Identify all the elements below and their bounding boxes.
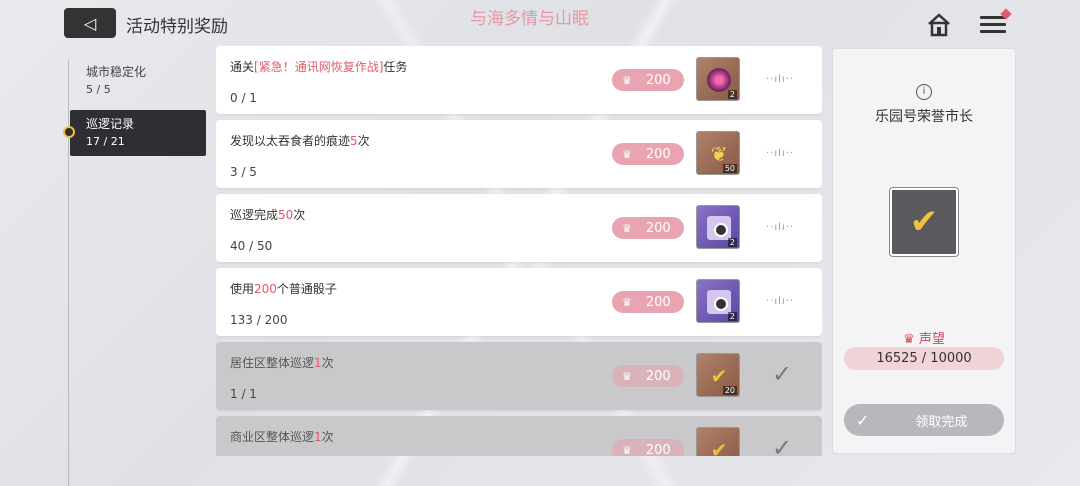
waveform-icon: ··ılı··	[766, 74, 795, 85]
waveform-icon: ··ılı··	[766, 296, 795, 307]
reward-item[interactable]: ❦ 50	[696, 131, 740, 175]
task-progress: 0 / 1	[230, 91, 257, 105]
panel-title: 乐园号荣誉市长	[875, 109, 973, 125]
task-row: 发现以太吞食者的痕迹5次 3 / 5 ♛ 200 ❦ 50 ··ılı··	[216, 120, 822, 188]
reputation-label: ♛ 声望	[903, 332, 945, 347]
waveform-icon: ··ılı··	[766, 148, 795, 159]
back-button[interactable]: ◁	[64, 8, 116, 38]
eye-orb-icon	[707, 68, 731, 92]
home-button[interactable]	[926, 12, 952, 38]
reward-item[interactable]: ✔ 20	[696, 353, 740, 397]
sidebar-item-label: 巡逻记录	[86, 117, 135, 131]
camera-die-icon	[707, 290, 731, 314]
sidebar-item-count: 5 / 5	[86, 83, 111, 96]
reputation-icon: ♛	[622, 147, 632, 161]
task-description: 通关[紧急！通讯网恢复作战]任务	[230, 60, 408, 74]
reward-item[interactable]: 2	[696, 279, 740, 323]
back-icon: ◁	[83, 13, 97, 33]
task-description: 商业区整体巡逻1次	[230, 430, 334, 444]
sidebar-item-patrol-record[interactable]: 巡逻记录 17 / 21	[70, 110, 206, 156]
reputation-icon: ♛	[622, 295, 632, 309]
menu-button[interactable]	[980, 8, 1012, 38]
check-icon: ✓	[856, 410, 870, 430]
task-description: 使用200个普通骰子	[230, 282, 337, 296]
task-description: 发现以太吞食者的痕迹5次	[230, 134, 370, 148]
reward-item[interactable]: 2	[696, 57, 740, 101]
sidebar-divider	[68, 60, 69, 486]
task-progress: 133 / 200	[230, 313, 288, 327]
reputation-icon: ♛	[622, 221, 632, 235]
completed-check-icon: ✓	[772, 360, 793, 388]
page-title: 活动特别奖励	[126, 17, 228, 37]
reputation-reward: ♛ 200	[612, 291, 684, 313]
reputation-reward: ♛ 200	[612, 143, 684, 165]
task-row: 商业区整体巡逻1次 ♛ 200 ✔ ✓	[216, 416, 822, 456]
home-icon	[928, 13, 950, 37]
reputation-icon: ♛	[622, 73, 632, 87]
task-row: 通关[紧急！通讯网恢复作战]任务 0 / 1 ♛ 200 2 ··ılı··	[216, 46, 822, 114]
completed-check-icon: ✓	[772, 434, 793, 456]
badge-check-icon: ✔	[710, 438, 728, 456]
reputation-value: 16525 / 10000	[844, 347, 1004, 370]
task-description: 巡逻完成50次	[230, 208, 306, 222]
task-row: 使用200个普通骰子 133 / 200 ♛ 200 2 ··ılı··	[216, 268, 822, 336]
task-description: 居住区整体巡逻1次	[230, 356, 334, 370]
task-row: 巡逻完成50次 40 / 50 ♛ 200 2 ··ılı··	[216, 194, 822, 262]
mayor-badge-icon[interactable]: ✔	[890, 188, 958, 256]
reputation-reward: ♛ 200	[612, 365, 684, 387]
reputation-icon: ♛	[622, 369, 632, 383]
reputation-reward: ♛ 200	[612, 69, 684, 91]
badge-check-icon: ✔	[710, 364, 728, 388]
sidebar-item-city-stabilization[interactable]: 城市稳定化 5 / 5	[70, 58, 206, 104]
reputation-icon: ♛	[622, 443, 632, 457]
active-indicator	[63, 126, 75, 138]
task-progress: 3 / 5	[230, 165, 257, 179]
info-icon[interactable]: i	[916, 84, 932, 100]
sidebar-item-count: 17 / 21	[86, 135, 125, 148]
reward-item[interactable]: 2	[696, 205, 740, 249]
banner-text: 与海多情与山眠	[470, 9, 589, 29]
task-progress: 40 / 50	[230, 239, 273, 253]
reputation-reward: ♛ 200	[612, 439, 684, 456]
reputation-reward: ♛ 200	[612, 217, 684, 239]
task-list[interactable]: 通关[紧急！通讯网恢复作战]任务 0 / 1 ♛ 200 2 ··ılı·· 发现…	[216, 46, 822, 456]
claim-complete-button[interactable]: ✓ 领取完成	[844, 404, 1004, 436]
camera-die-icon	[707, 216, 731, 240]
sidebar-item-label: 城市稳定化	[86, 65, 147, 79]
task-row: 居住区整体巡逻1次 1 / 1 ♛ 200 ✔ 20 ✓	[216, 342, 822, 410]
gold-leaf-icon: ❦	[710, 142, 728, 166]
reward-item[interactable]: ✔	[696, 427, 740, 456]
task-progress: 1 / 1	[230, 387, 257, 401]
waveform-icon: ··ılı··	[766, 222, 795, 233]
